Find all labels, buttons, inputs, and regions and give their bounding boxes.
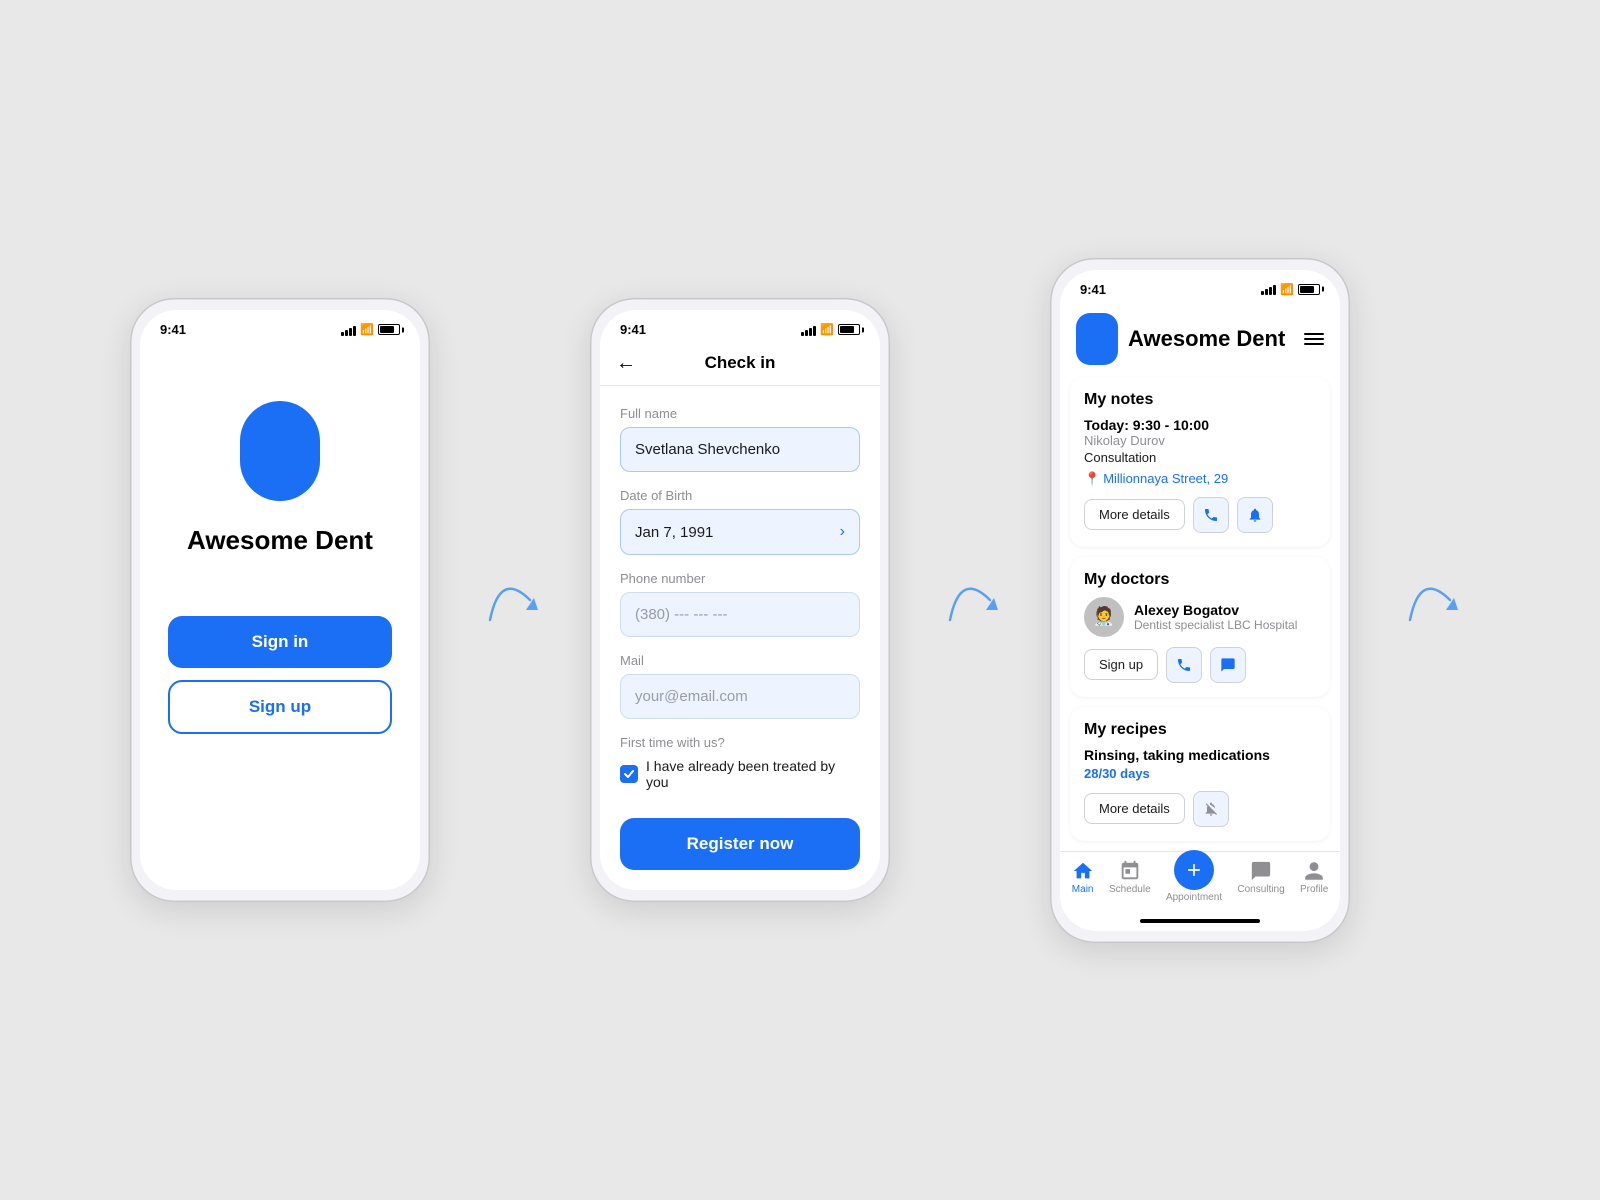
notes-location: 📍 Millionnaya Street, 29 bbox=[1084, 471, 1316, 487]
phone-label: Phone number bbox=[620, 571, 860, 586]
fullname-label: Full name bbox=[620, 406, 860, 421]
location-pin-icon: 📍 bbox=[1084, 471, 1100, 487]
signup-doctor-button[interactable]: Sign up bbox=[1084, 649, 1158, 680]
screen-welcome: 9:41 📶 bbox=[140, 310, 420, 890]
battery-icon-3 bbox=[1298, 284, 1320, 295]
first-time-label: First time with us? bbox=[620, 735, 860, 750]
doctors-title: My doctors bbox=[1084, 571, 1316, 589]
signal-icon-2 bbox=[801, 324, 816, 336]
doctor-actions: Sign up bbox=[1084, 647, 1316, 683]
add-appointment-button[interactable] bbox=[1174, 850, 1214, 890]
signin-button[interactable]: Sign in bbox=[168, 616, 392, 668]
call-button-notes[interactable] bbox=[1193, 497, 1229, 533]
checkin-header: ← Check in bbox=[600, 341, 880, 386]
fullname-input[interactable]: Svetlana Shevchenko bbox=[620, 427, 860, 472]
nav-schedule[interactable]: Schedule bbox=[1109, 860, 1151, 903]
status-icons-3: 📶 bbox=[1261, 283, 1320, 296]
back-button[interactable]: ← bbox=[616, 352, 636, 375]
status-bar-1: 9:41 📶 bbox=[140, 310, 420, 341]
nav-profile[interactable]: Profile bbox=[1300, 860, 1328, 903]
nav-appointment[interactable]: Appointment bbox=[1166, 860, 1222, 903]
dob-input[interactable]: Jan 7, 1991 › bbox=[620, 509, 860, 555]
arrow-3 bbox=[1400, 560, 1460, 640]
time-1: 9:41 bbox=[160, 322, 186, 337]
status-bar-3: 9:41 📶 bbox=[1060, 270, 1340, 301]
recipes-title: My recipes bbox=[1084, 721, 1316, 739]
phone-3: 9:41 📶 bbox=[1050, 258, 1350, 943]
bell-button-notes[interactable] bbox=[1237, 497, 1273, 533]
time-2: 9:41 bbox=[620, 322, 646, 337]
wifi-icon: 📶 bbox=[360, 323, 374, 336]
welcome-content: Awesome Dent Sign in Sign up bbox=[140, 341, 420, 861]
dob-label: Date of Birth bbox=[620, 488, 860, 503]
doctors-section: My doctors 🧑‍⚕️ Alexey Bogatov Dentist s… bbox=[1070, 557, 1330, 697]
dashboard-header: Awesome Dent bbox=[1060, 301, 1340, 377]
notes-title: My notes bbox=[1084, 391, 1316, 409]
nav-consulting-label: Consulting bbox=[1237, 884, 1284, 895]
doctor-row: 🧑‍⚕️ Alexey Bogatov Dentist specialist L… bbox=[1084, 597, 1316, 637]
screen-dashboard: 9:41 📶 bbox=[1060, 270, 1340, 931]
nav-appointment-label: Appointment bbox=[1166, 892, 1222, 903]
wifi-icon-2: 📶 bbox=[820, 323, 834, 336]
status-icons-2: 📶 bbox=[801, 323, 860, 336]
nav-profile-label: Profile bbox=[1300, 884, 1328, 895]
phone-2: 9:41 📶 ← bbox=[590, 298, 890, 902]
screen-checkin: 9:41 📶 ← bbox=[600, 310, 880, 890]
wifi-icon-3: 📶 bbox=[1280, 283, 1294, 296]
app-title-dash: Awesome Dent bbox=[1128, 326, 1294, 352]
bottom-nav: Main Schedule Appo bbox=[1060, 851, 1340, 913]
checkbox-treated[interactable] bbox=[620, 765, 638, 783]
home-indicator bbox=[1140, 919, 1260, 923]
app-logo bbox=[240, 401, 320, 501]
message-button-doctor[interactable] bbox=[1210, 647, 1246, 683]
battery-icon bbox=[378, 324, 400, 335]
battery-icon-2 bbox=[838, 324, 860, 335]
checkbox-label: I have already been treated by you bbox=[646, 758, 860, 790]
arrow-1 bbox=[480, 560, 540, 640]
recipes-section: My recipes Rinsing, taking medications 2… bbox=[1070, 707, 1330, 841]
nav-schedule-label: Schedule bbox=[1109, 884, 1151, 895]
checkbox-row[interactable]: I have already been treated by you bbox=[620, 758, 860, 790]
call-button-doctor[interactable] bbox=[1166, 647, 1202, 683]
notes-section: My notes Today: 9:30 - 10:00 Nikolay Dur… bbox=[1070, 377, 1330, 547]
nav-main-label: Main bbox=[1072, 884, 1094, 895]
recipe-name: Rinsing, taking medications bbox=[1084, 747, 1316, 763]
notes-actions: More details bbox=[1084, 497, 1316, 533]
chevron-right-icon: › bbox=[840, 523, 845, 541]
checkin-title: Check in bbox=[705, 353, 776, 373]
recipe-days: 28/30 days bbox=[1084, 766, 1316, 781]
more-details-recipe-button[interactable]: More details bbox=[1084, 793, 1185, 824]
checkin-body: Full name Svetlana Shevchenko Date of Bi… bbox=[600, 386, 880, 890]
signup-button[interactable]: Sign up bbox=[168, 680, 392, 734]
first-time-section: First time with us? I have already been … bbox=[620, 735, 860, 790]
doctor-name: Alexey Bogatov bbox=[1134, 602, 1316, 618]
status-bar-2: 9:41 📶 bbox=[600, 310, 880, 341]
app-logo-dash bbox=[1076, 313, 1118, 365]
phone-1: 9:41 📶 bbox=[130, 298, 430, 902]
notes-type: Consultation bbox=[1084, 450, 1316, 465]
email-input[interactable]: your@email.com bbox=[620, 674, 860, 719]
signal-icon-3 bbox=[1261, 283, 1276, 295]
doctor-avatar: 🧑‍⚕️ bbox=[1084, 597, 1124, 637]
menu-button[interactable] bbox=[1304, 333, 1324, 345]
nav-consulting[interactable]: Consulting bbox=[1237, 860, 1284, 903]
recipe-actions: More details bbox=[1084, 791, 1316, 827]
phone-input[interactable]: (380) --- --- --- bbox=[620, 592, 860, 637]
bell-off-button-recipe[interactable] bbox=[1193, 791, 1229, 827]
time-3: 9:41 bbox=[1080, 282, 1106, 297]
more-details-notes-button[interactable]: More details bbox=[1084, 499, 1185, 530]
notes-time: Today: 9:30 - 10:00 bbox=[1084, 417, 1316, 433]
register-button[interactable]: Register now bbox=[620, 818, 860, 870]
app-title-screen1: Awesome Dent bbox=[187, 525, 373, 556]
notes-doctor: Nikolay Durov bbox=[1084, 433, 1316, 448]
status-icons-1: 📶 bbox=[341, 323, 400, 336]
doctor-info: Alexey Bogatov Dentist specialist LBC Ho… bbox=[1134, 602, 1316, 632]
nav-main[interactable]: Main bbox=[1072, 860, 1094, 903]
doctor-spec: Dentist specialist LBC Hospital bbox=[1134, 618, 1316, 632]
arrow-2 bbox=[940, 560, 1000, 640]
signal-icon bbox=[341, 324, 356, 336]
mail-label: Mail bbox=[620, 653, 860, 668]
